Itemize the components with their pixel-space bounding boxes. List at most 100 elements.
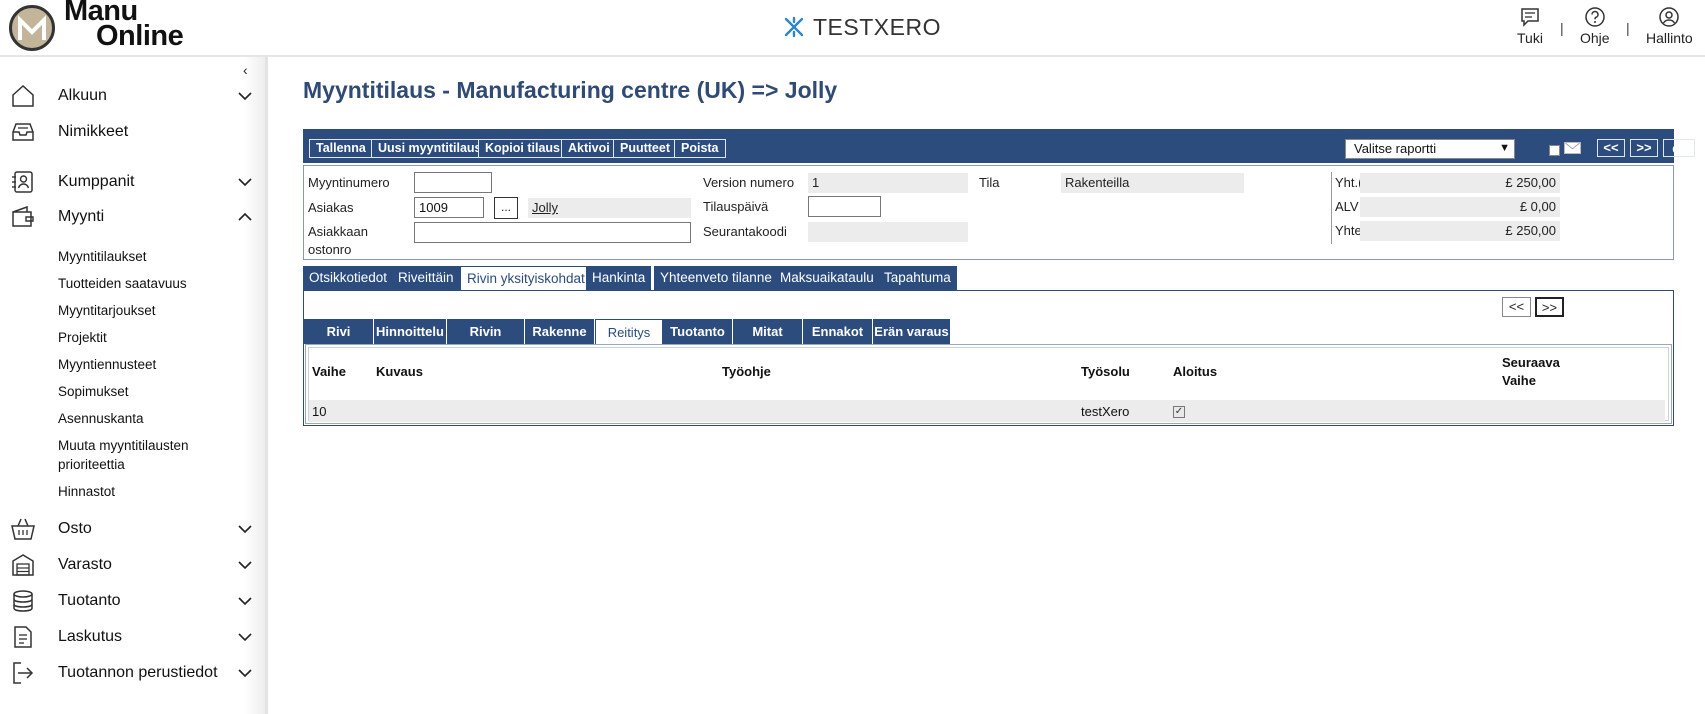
tab-yhteenveto-tilanne[interactable]: Yhteenveto tilanne: [654, 266, 779, 291]
support-link[interactable]: Tuki: [1517, 6, 1543, 46]
sidebar-subitem[interactable]: Projektit: [58, 328, 107, 347]
subtab-rivi[interactable]: Rivi: [304, 319, 374, 344]
sidebar-subitem[interactable]: Myyntiennusteet: [58, 355, 156, 374]
attachment-button[interactable]: [1663, 139, 1695, 157]
sidebar-item-label: Kumppanit: [58, 173, 135, 190]
sidebar-item-osto[interactable]: Osto: [0, 515, 265, 543]
total-ex-vat-value: £ 250,00: [1360, 173, 1560, 193]
save-button[interactable]: Tallenna: [309, 139, 373, 158]
sidebar-subitem[interactable]: Hinnastot: [58, 482, 115, 501]
status-value: Rakenteilla: [1061, 173, 1244, 193]
help-link[interactable]: Ohje: [1580, 6, 1610, 46]
sidebar-subitem[interactable]: Myyntitilaukset: [58, 247, 147, 266]
email-icon[interactable]: [1564, 142, 1581, 154]
tab-tapahtuma[interactable]: Tapahtuma: [878, 266, 958, 291]
activate-button[interactable]: Aktivoi: [561, 139, 617, 158]
manu-online-logo[interactable]: Manu Online: [9, 0, 209, 53]
subtab-mitat[interactable]: Mitat: [733, 319, 803, 344]
chevron-down-icon[interactable]: [237, 665, 253, 681]
tab-riveittain[interactable]: Riveittäin: [392, 266, 461, 291]
page-title: Myyntitilaus - Manufacturing centre (UK)…: [303, 77, 838, 103]
table-row[interactable]: [309, 400, 1665, 422]
collapse-sidebar-icon[interactable]: ‹: [243, 62, 248, 78]
chevron-up-icon[interactable]: [237, 209, 253, 225]
customer-po-field[interactable]: [414, 222, 691, 243]
order-number-field[interactable]: [414, 172, 492, 193]
basket-icon: [11, 518, 35, 540]
logo-line-2: Online: [96, 20, 184, 52]
prev-record-button[interactable]: <<: [1597, 139, 1625, 157]
xero-star-icon: [784, 16, 804, 38]
sidebar-item-kumppanit[interactable]: Kumppanit: [0, 168, 265, 196]
chevron-down-icon[interactable]: [237, 174, 253, 190]
column-header-phase: Vaihe: [312, 364, 346, 379]
sidebar-subitem[interactable]: Muuta myyntitilausten prioriteettia: [58, 436, 238, 474]
version-value: 1: [808, 173, 968, 193]
prev-line-button[interactable]: <<: [1502, 297, 1531, 317]
sidebar-item-label: Myynti: [58, 208, 105, 225]
chevron-down-icon[interactable]: [237, 557, 253, 573]
chevron-down-icon[interactable]: [237, 629, 253, 645]
sidebar-subitem[interactable]: Asennuskanta: [58, 409, 144, 428]
sidebar-item-label: Alkuun: [58, 87, 107, 104]
contacts-icon: [12, 171, 33, 193]
sidebar-item-label: Laskutus: [58, 628, 123, 645]
exit-icon: [13, 662, 34, 684]
shortages-button[interactable]: Puutteet: [613, 139, 677, 158]
sidebar-item-laskutus[interactable]: Laskutus: [0, 623, 265, 651]
customer-number-field[interactable]: 1009: [414, 197, 484, 218]
column-header-workcell: Työsolu: [1081, 364, 1130, 379]
chevron-down-icon: ▼: [1499, 142, 1510, 154]
cell-phase: 10: [312, 404, 327, 419]
inbox-icon: [12, 123, 34, 141]
subtab-ennakot[interactable]: Ennakot: [803, 319, 873, 344]
delete-button[interactable]: Poista: [674, 139, 726, 158]
nav-separator: |: [1626, 20, 1630, 36]
subtab-reititys[interactable]: Reititys: [595, 319, 663, 344]
customer-name-link[interactable]: Jolly: [528, 198, 691, 218]
chevron-down-icon[interactable]: [237, 521, 253, 537]
copy-order-button[interactable]: Kopioi tilaus: [478, 139, 567, 158]
sidebar-subitem[interactable]: Tuotteiden saatavuus: [58, 274, 187, 293]
sidebar-item-tuotanto[interactable]: Tuotanto: [0, 587, 265, 615]
logo-text: Manu Online: [64, 0, 184, 52]
tab-otsikkotiedot[interactable]: Otsikkotiedot: [303, 266, 395, 291]
sidebar-subitem[interactable]: Sopimukset: [58, 382, 129, 401]
warehouse-icon: [12, 554, 34, 576]
status-label: Tila: [979, 175, 1000, 190]
tab-rivin-yksityiskohdat[interactable]: Rivin yksityiskohdat: [460, 266, 592, 292]
column-header-start: Aloitus: [1173, 364, 1218, 379]
next-line-button[interactable]: >>: [1535, 297, 1564, 317]
subtab-eran-varaus[interactable]: Erän varaus: [873, 319, 951, 344]
company-name: TESTXERO: [813, 13, 941, 40]
sidebar-item-alkuun[interactable]: Alkuun: [0, 82, 265, 110]
new-order-button[interactable]: Uusi myyntitilaus: [371, 139, 489, 158]
subtab-rivin-tilanne[interactable]: Rivin tilanne: [447, 319, 525, 364]
sidebar-subitem[interactable]: Myyntitarjoukset: [58, 301, 156, 320]
next-record-button[interactable]: >>: [1630, 139, 1658, 157]
sidebar-item-nimikkeet[interactable]: Nimikkeet: [0, 118, 265, 146]
tab-maksuaikataulu[interactable]: Maksuaikataulu: [774, 266, 881, 291]
chevron-down-icon[interactable]: [237, 593, 253, 609]
sidebar-item-myynti[interactable]: Myynti: [0, 203, 265, 231]
admin-link[interactable]: Hallinto: [1646, 6, 1693, 46]
subtab-hinnoittelu[interactable]: Hinnoittelu: [374, 319, 447, 344]
user-icon: [1659, 7, 1680, 27]
order-number-label: Myyntinumero: [308, 175, 390, 190]
home-icon: [12, 84, 34, 107]
chevron-down-icon[interactable]: [237, 88, 253, 104]
database-icon: [13, 590, 33, 612]
total-value: £ 250,00: [1360, 221, 1560, 241]
sidebar-item-tuotannon-perustiedot[interactable]: Tuotannon perustiedot: [0, 659, 265, 687]
sidebar-item-varasto[interactable]: Varasto: [0, 551, 265, 579]
report-select[interactable]: Valitse raportti ▼: [1345, 139, 1515, 159]
column-header-instructions: Työohje: [722, 364, 771, 379]
subtab-tuotanto[interactable]: Tuotanto: [663, 319, 733, 344]
tab-hankinta[interactable]: Hankinta: [586, 266, 653, 291]
subtab-rakenne[interactable]: Rakenne: [525, 319, 595, 344]
start-checkbox[interactable]: ✓: [1173, 406, 1185, 418]
order-date-field[interactable]: [808, 196, 881, 217]
report-checkbox[interactable]: [1549, 145, 1560, 156]
order-header-form: Myyntinumero Asiakas 1009 ... Jolly Asia…: [303, 165, 1674, 260]
customer-lookup-button[interactable]: ...: [494, 197, 518, 219]
